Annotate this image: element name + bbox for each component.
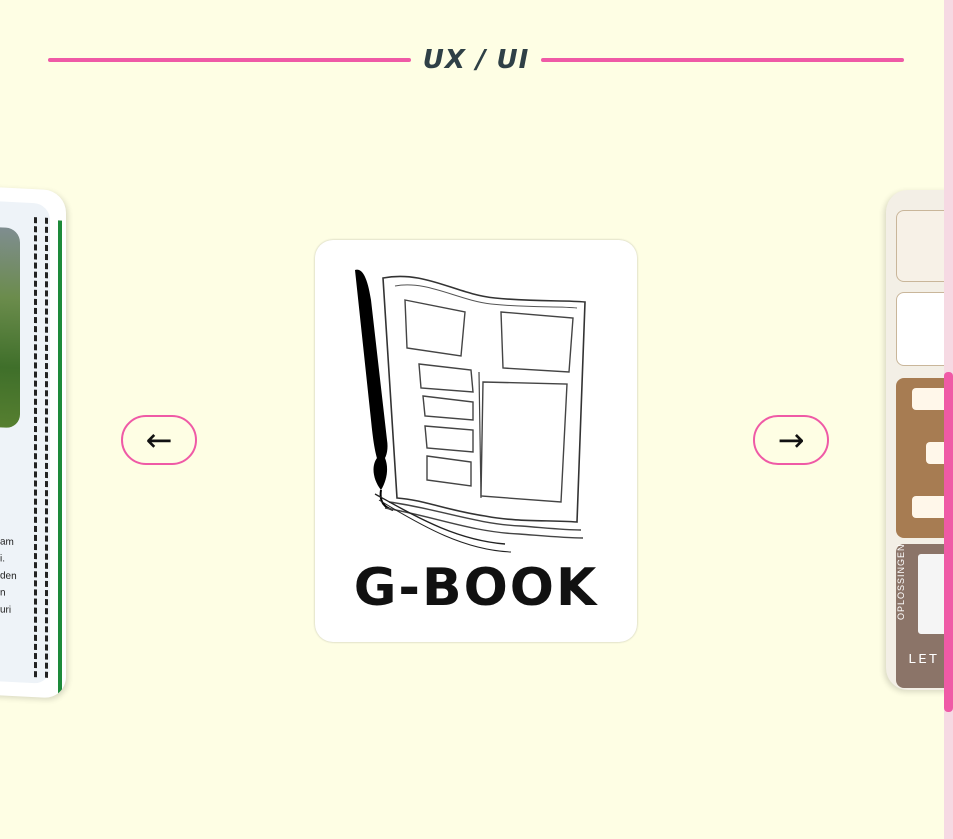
page: UX / UI am i. den n uri OPLOSSINGEN LET [0, 0, 953, 839]
arrow-right-icon: → [777, 421, 805, 459]
dashed-border [34, 217, 48, 678]
next-button[interactable]: → [753, 415, 829, 465]
card-text-line: i. [0, 553, 5, 565]
scrollbar-thumb[interactable] [944, 372, 953, 712]
previous-button[interactable]: ← [121, 415, 197, 465]
carousel-card-current[interactable]: G-BOOK [315, 240, 637, 642]
carousel-card-previous[interactable]: am i. den n uri [0, 185, 66, 699]
card-bottom-label: LET [908, 652, 940, 668]
vertical-label: OPLOSSINGEN [896, 543, 906, 620]
section-header: UX / UI [48, 40, 905, 80]
card-text-line: am [0, 536, 14, 549]
card-text-line: n [0, 587, 6, 599]
header-divider-right [541, 58, 905, 62]
card-text-line: den [0, 570, 17, 583]
header-divider-left [48, 58, 411, 62]
logo-text: G-BOOK [353, 558, 599, 618]
card-text: am i. den n uri [0, 533, 17, 619]
section-title: UX / UI [422, 45, 530, 75]
arrow-left-icon: ← [145, 421, 173, 459]
card-text-line: uri [0, 604, 12, 616]
card-edge [58, 220, 62, 699]
card-photo [0, 225, 20, 429]
carousel-card-next[interactable]: OPLOSSINGEN LET [886, 190, 953, 690]
